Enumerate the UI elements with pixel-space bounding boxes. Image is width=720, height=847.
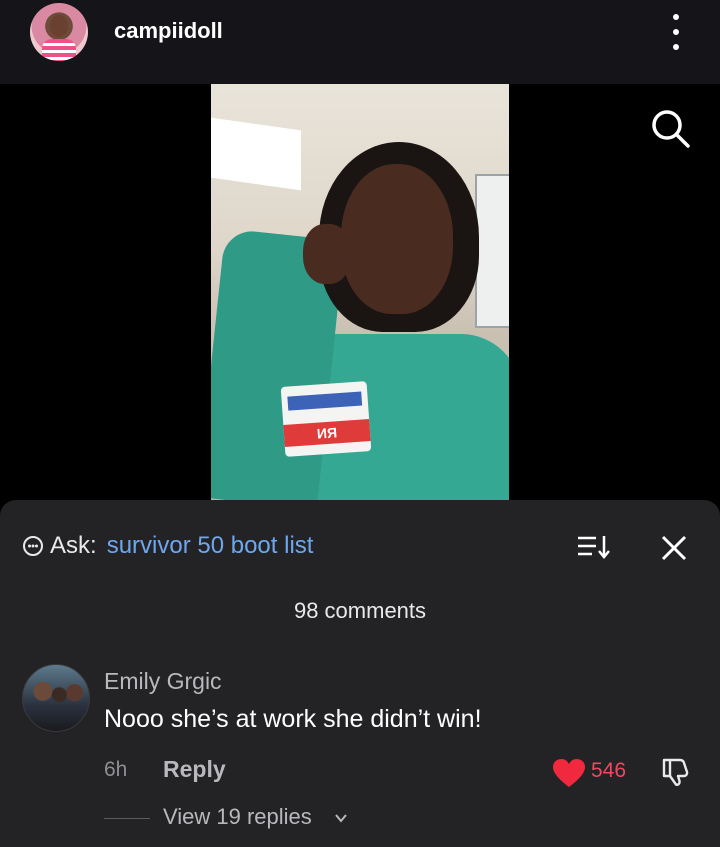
- close-icon[interactable]: [660, 534, 688, 562]
- video-area[interactable]: ИЯ: [0, 84, 720, 502]
- comment-text: Nooo she’s at work she didn’t win!: [104, 705, 482, 733]
- sort-icon[interactable]: [576, 532, 612, 562]
- ceiling-light: [211, 117, 301, 191]
- replies-divider: [104, 818, 150, 819]
- badge-label: ИЯ: [283, 418, 371, 447]
- ask-label: Ask:: [50, 532, 97, 559]
- username[interactable]: campiidoll: [114, 18, 223, 44]
- video-frame[interactable]: ИЯ: [211, 84, 509, 500]
- chevron-down-icon[interactable]: [334, 811, 348, 825]
- ask-icon: [23, 536, 43, 556]
- view-replies-link[interactable]: View 19 replies: [163, 804, 312, 830]
- person-hand: [303, 224, 351, 284]
- commenter-name[interactable]: Emily Grgic: [104, 668, 222, 695]
- profile-header: campiidoll: [0, 0, 720, 84]
- id-badge: ИЯ: [280, 381, 372, 457]
- profile-avatar[interactable]: [30, 3, 88, 61]
- ask-query-link[interactable]: survivor 50 boot list: [107, 532, 314, 560]
- like-count: 546: [591, 759, 627, 782]
- heart-icon[interactable]: [552, 758, 586, 788]
- reply-button[interactable]: Reply: [163, 756, 226, 783]
- avatar-face: [50, 15, 68, 37]
- search-icon[interactable]: [648, 106, 692, 150]
- commenter-avatar[interactable]: [22, 664, 90, 732]
- comment-time: 6h: [104, 758, 128, 781]
- dislike-icon[interactable]: [660, 756, 692, 788]
- avatar-shirt: [42, 39, 76, 61]
- ask-suggestion[interactable]: Ask: survivor 50 boot list: [22, 528, 313, 564]
- person-face: [341, 164, 453, 314]
- badge-stripe: [287, 391, 363, 411]
- comments-sheet: Ask: survivor 50 boot list 98 comments E…: [0, 500, 720, 847]
- whiteboard: [475, 174, 509, 328]
- more-icon[interactable]: [666, 14, 686, 50]
- comment-count: 98 comments: [293, 598, 427, 623]
